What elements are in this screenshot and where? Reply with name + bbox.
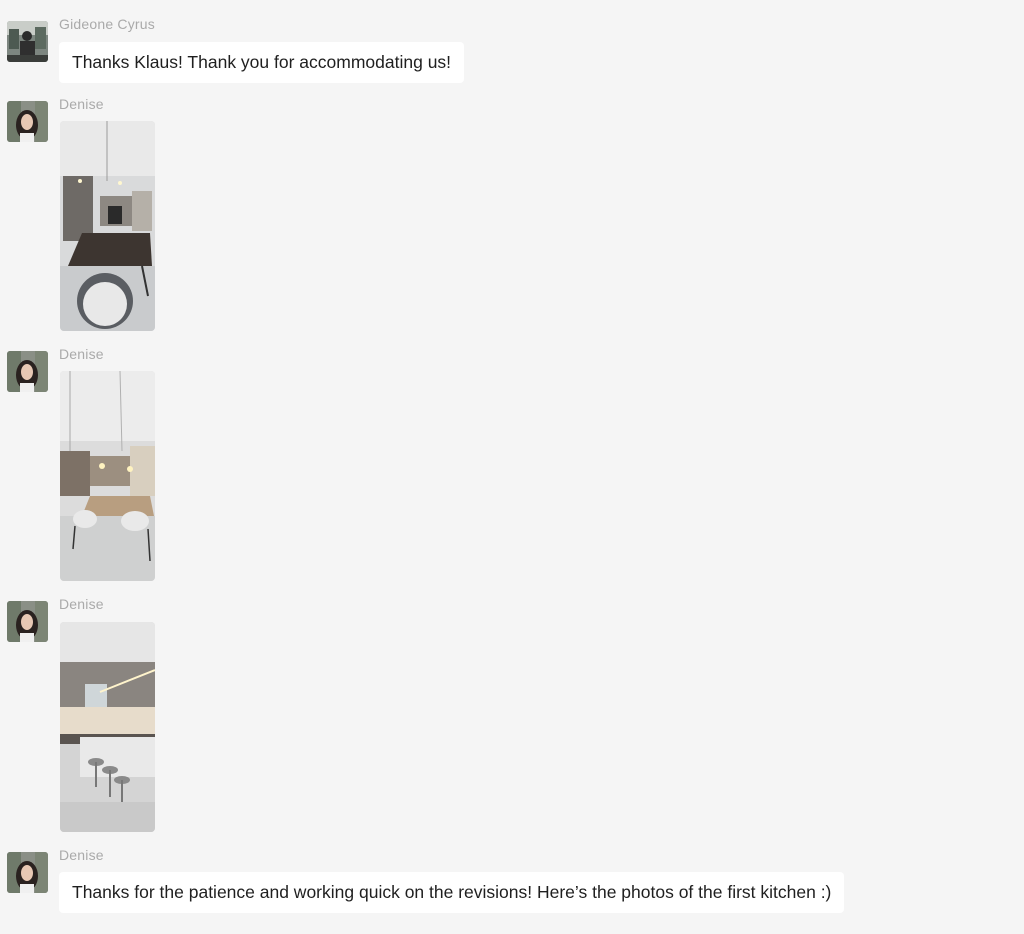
sender-name: Denise [59, 346, 104, 362]
avatar[interactable] [7, 601, 48, 642]
message-bubble[interactable]: Thanks for the patience and working quic… [59, 872, 845, 913]
kitchen-photo-image[interactable] [60, 622, 155, 832]
sender-name: Denise [59, 847, 104, 863]
chat-window: Gideone Cyrus Thanks Klaus! Thank you fo… [0, 0, 1024, 934]
sender-name: Denise [59, 96, 104, 112]
avatar[interactable] [7, 101, 48, 142]
avatar[interactable] [7, 351, 48, 392]
sender-name: Denise [59, 596, 104, 612]
kitchen-photo-image[interactable] [60, 371, 155, 581]
message-bubble[interactable]: Thanks Klaus! Thank you for accommodatin… [59, 42, 465, 83]
avatar[interactable] [7, 852, 48, 893]
avatar[interactable] [7, 21, 48, 62]
sender-name: Gideone Cyrus [59, 16, 155, 32]
kitchen-photo-image[interactable] [60, 121, 155, 331]
